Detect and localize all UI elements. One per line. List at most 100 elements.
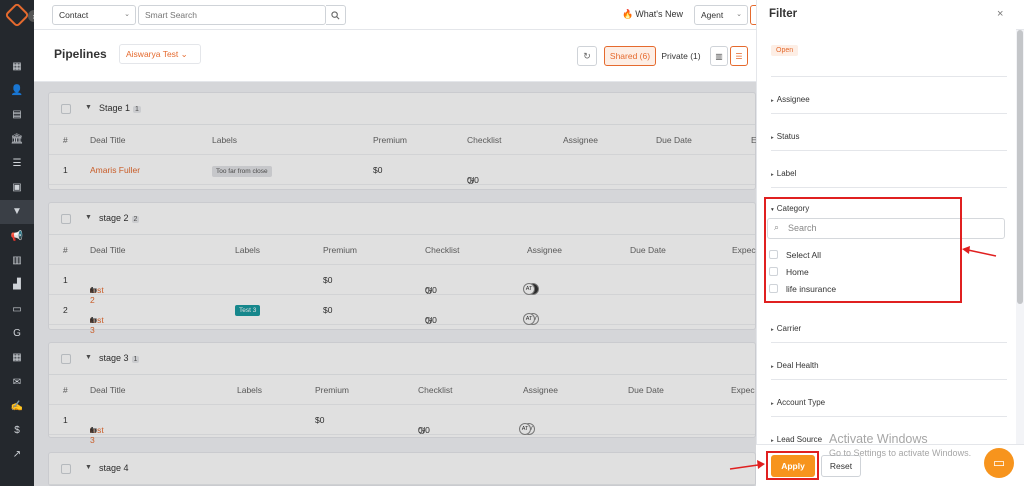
premium-value: $0: [323, 305, 333, 315]
stage-name: stage 4: [99, 463, 129, 473]
row-number: 1: [63, 415, 68, 425]
stage-group: ▼ stage 31 # Deal Title Labels Premium C…: [48, 342, 756, 445]
stage-count: 1: [133, 106, 141, 113]
notebook-icon[interactable]: ▥: [0, 248, 34, 272]
caret-down-icon[interactable]: ▼: [85, 464, 92, 471]
private-tab[interactable]: Private (1): [658, 46, 704, 66]
column-header: Assignee: [527, 245, 562, 255]
column-header: Premium: [373, 135, 408, 145]
table-row[interactable]: 1 Amaris Fuller Too far from close $0 ◷ 0…: [49, 155, 755, 185]
filter-section-deal-health[interactable]: ▸ Deal Health: [771, 343, 1007, 380]
filter-section-status[interactable]: ▸ Status: [771, 114, 1007, 151]
calendar-icon[interactable]: ▦: [0, 346, 34, 370]
avatar: AT: [523, 313, 535, 325]
pipeline-list: ▼ Stage 11 # Deal Title Labels Premium C…: [34, 82, 757, 486]
windows-activation-watermark: Activate Windows Go to Settings to activ…: [829, 432, 972, 458]
page-title: Pipelines: [54, 47, 107, 61]
folder-icon[interactable]: ▭: [0, 297, 34, 321]
column-header: Deal Title: [90, 385, 126, 395]
column-header: Due Date: [630, 245, 666, 255]
stage-header[interactable]: ▼ stage 4: [49, 453, 755, 485]
reports-icon[interactable]: ▟: [0, 273, 34, 297]
list-view-icon[interactable]: ☰: [730, 46, 748, 66]
signature-icon[interactable]: ✍: [0, 394, 34, 418]
filter-section-label[interactable]: ▸ Label: [771, 151, 1007, 188]
list-icon[interactable]: ☰: [0, 151, 34, 175]
apply-highlight-box: [766, 451, 819, 480]
shared-tab[interactable]: Shared (6): [604, 46, 656, 66]
megaphone-icon[interactable]: 📢: [0, 224, 34, 248]
stage-checkbox[interactable]: [61, 104, 71, 114]
deal-label-tag: Too far from close: [212, 166, 272, 177]
stage-count: 1: [131, 356, 140, 363]
smart-search-input[interactable]: [138, 5, 326, 25]
filter-section-carrier[interactable]: ▸ Carrier: [771, 306, 1007, 343]
column-header: Expec: [732, 245, 756, 255]
column-header: Premium: [323, 245, 358, 255]
deal-title-link[interactable]: Amaris Fuller: [90, 165, 140, 175]
flame-icon: 🔥: [622, 9, 634, 19]
avatar: AT: [519, 423, 531, 435]
stage-checkbox[interactable]: [61, 214, 71, 224]
app-logo[interactable]: [4, 2, 30, 28]
search-icon[interactable]: [326, 5, 346, 25]
contact-card-icon[interactable]: ▣: [0, 175, 34, 199]
column-header: Due Date: [628, 385, 664, 395]
kanban-view-icon[interactable]: ▥: [710, 46, 728, 66]
refresh-icon[interactable]: ↻: [577, 46, 597, 66]
subtask-count: 1: [90, 315, 95, 325]
trend-icon[interactable]: ↗: [0, 443, 34, 467]
pipeline-select[interactable]: Aiswarya Test ⌄: [119, 44, 201, 64]
filter-scrollbar[interactable]: [1017, 30, 1023, 304]
documents-icon[interactable]: ▤: [0, 103, 34, 127]
bank-icon[interactable]: 🏛: [0, 127, 34, 151]
reset-button[interactable]: Reset: [821, 455, 861, 477]
stage-name: stage 31: [99, 353, 140, 363]
contact-select-value: Contact: [59, 10, 89, 20]
caret-down-icon[interactable]: ▼: [85, 354, 92, 361]
caret-down-icon[interactable]: ▼: [85, 104, 92, 111]
caret-right-icon: ▸: [771, 327, 774, 333]
contacts-icon[interactable]: 👤: [0, 78, 34, 102]
stage-count: 2: [131, 216, 140, 223]
agent-select[interactable]: Agent ⌄: [694, 5, 748, 25]
chat-icon[interactable]: ▭: [984, 448, 1014, 478]
row-number: 1: [63, 165, 68, 175]
table-row[interactable]: 1 ▸ test 2 ⇆ 1 $0 ◷ 0/0 AT: [49, 265, 755, 305]
whats-new-link[interactable]: 🔥 What's New: [622, 9, 683, 20]
stage-name: stage 22: [99, 213, 140, 223]
row-number: 2: [63, 305, 68, 315]
stage-group: ▼ stage 22 # Deal Title Labels Premium C…: [48, 202, 756, 335]
filter-section-account-type[interactable]: ▸ Account Type: [771, 380, 1007, 417]
stage-checkbox[interactable]: [61, 464, 71, 474]
pipeline-filter-icon[interactable]: ▼: [0, 199, 34, 225]
filter-section-assignee[interactable]: ▸ Assignee: [771, 77, 1007, 114]
table-row[interactable]: 1 ▸ test 3 ⇆1 $0 ◷0/0 SVAT: [49, 405, 755, 445]
pipeline-select-value: Aiswarya Test: [126, 49, 179, 59]
premium-value: $0: [323, 275, 333, 285]
close-icon[interactable]: ×: [997, 8, 1003, 20]
stage-header[interactable]: ▼ stage 22: [49, 203, 755, 235]
contact-type-select[interactable]: Contact ⌄: [52, 5, 136, 25]
table-header-row: # Deal Title Labels Premium Checklist As…: [49, 235, 756, 265]
pipelines-header: Pipelines Aiswarya Test ⌄ ↻ Shared (6) P…: [34, 30, 756, 82]
mail-icon[interactable]: ✉: [0, 370, 34, 394]
google-icon[interactable]: G: [0, 321, 34, 345]
subtask-count: 1: [90, 425, 95, 435]
arrow-to-category-icon: [962, 246, 997, 257]
caret-down-icon[interactable]: ▼: [85, 214, 92, 221]
stage-group: ▼ stage 4: [48, 452, 756, 486]
chevron-down-icon: ⌄: [736, 11, 742, 18]
table-row[interactable]: 2 ▸ test 3 ⇆1 Test 3 $0 ◷0/0 SVAT: [49, 295, 755, 335]
stage-name: Stage 11: [99, 103, 141, 113]
caret-right-icon: ▸: [771, 401, 774, 407]
stage-header[interactable]: ▼ Stage 11: [49, 93, 755, 125]
caret-right-icon: ▸: [771, 364, 774, 370]
chevron-down-icon: ⌄: [124, 11, 130, 18]
column-header: Labels: [237, 385, 263, 395]
dashboard-icon[interactable]: ▦: [0, 54, 34, 78]
column-header: Deal Title: [90, 245, 126, 255]
dollar-icon[interactable]: $: [0, 418, 34, 442]
stage-checkbox[interactable]: [61, 354, 71, 364]
stage-header[interactable]: ▼ stage 31: [49, 343, 755, 375]
